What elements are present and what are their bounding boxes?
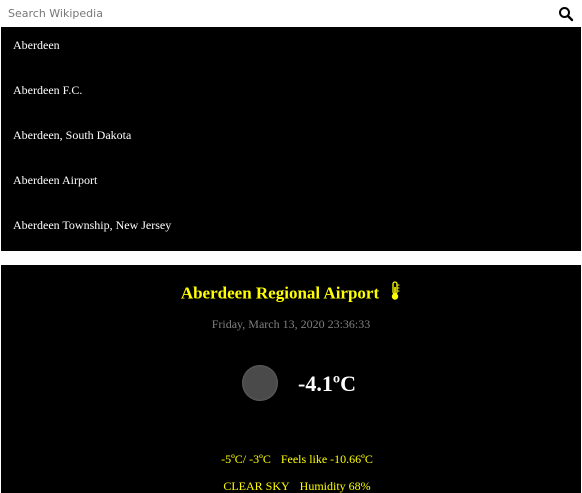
thermometer-icon xyxy=(389,281,401,306)
search-input[interactable] xyxy=(4,3,552,24)
suggestion-item[interactable]: Aberdeen F.C. xyxy=(1,72,581,117)
search-bar xyxy=(0,0,582,27)
weather-location-title: Aberdeen Regional Airport xyxy=(180,283,380,303)
suggestion-list: Aberdeen Aberdeen F.C. Aberdeen, South D… xyxy=(1,27,581,251)
weather-card: Aberdeen Regional Airport Friday, March … xyxy=(1,265,581,493)
weather-header: Aberdeen Regional Airport xyxy=(1,281,581,306)
weather-condition-line: CLEAR SKY Humidity 68% xyxy=(1,464,581,493)
suggestion-item[interactable]: Aberdeen Township, New Jersey xyxy=(1,207,581,252)
suggestion-item[interactable]: Aberdeen Airport xyxy=(1,162,581,207)
suggestion-item[interactable]: Aberdeen xyxy=(1,27,581,72)
search-icon[interactable] xyxy=(558,6,574,22)
weather-temperature: -4.1ºC xyxy=(298,371,356,396)
weather-condition-text: CLEAR SKY xyxy=(223,479,290,493)
weather-datetime: Friday, March 13, 2020 23:36:33 xyxy=(211,317,371,331)
weather-condition-icon xyxy=(242,365,278,401)
weather-humidity: Humidity 68% xyxy=(299,479,371,493)
suggestion-item[interactable]: Aberdeen, South Dakota xyxy=(1,117,581,162)
